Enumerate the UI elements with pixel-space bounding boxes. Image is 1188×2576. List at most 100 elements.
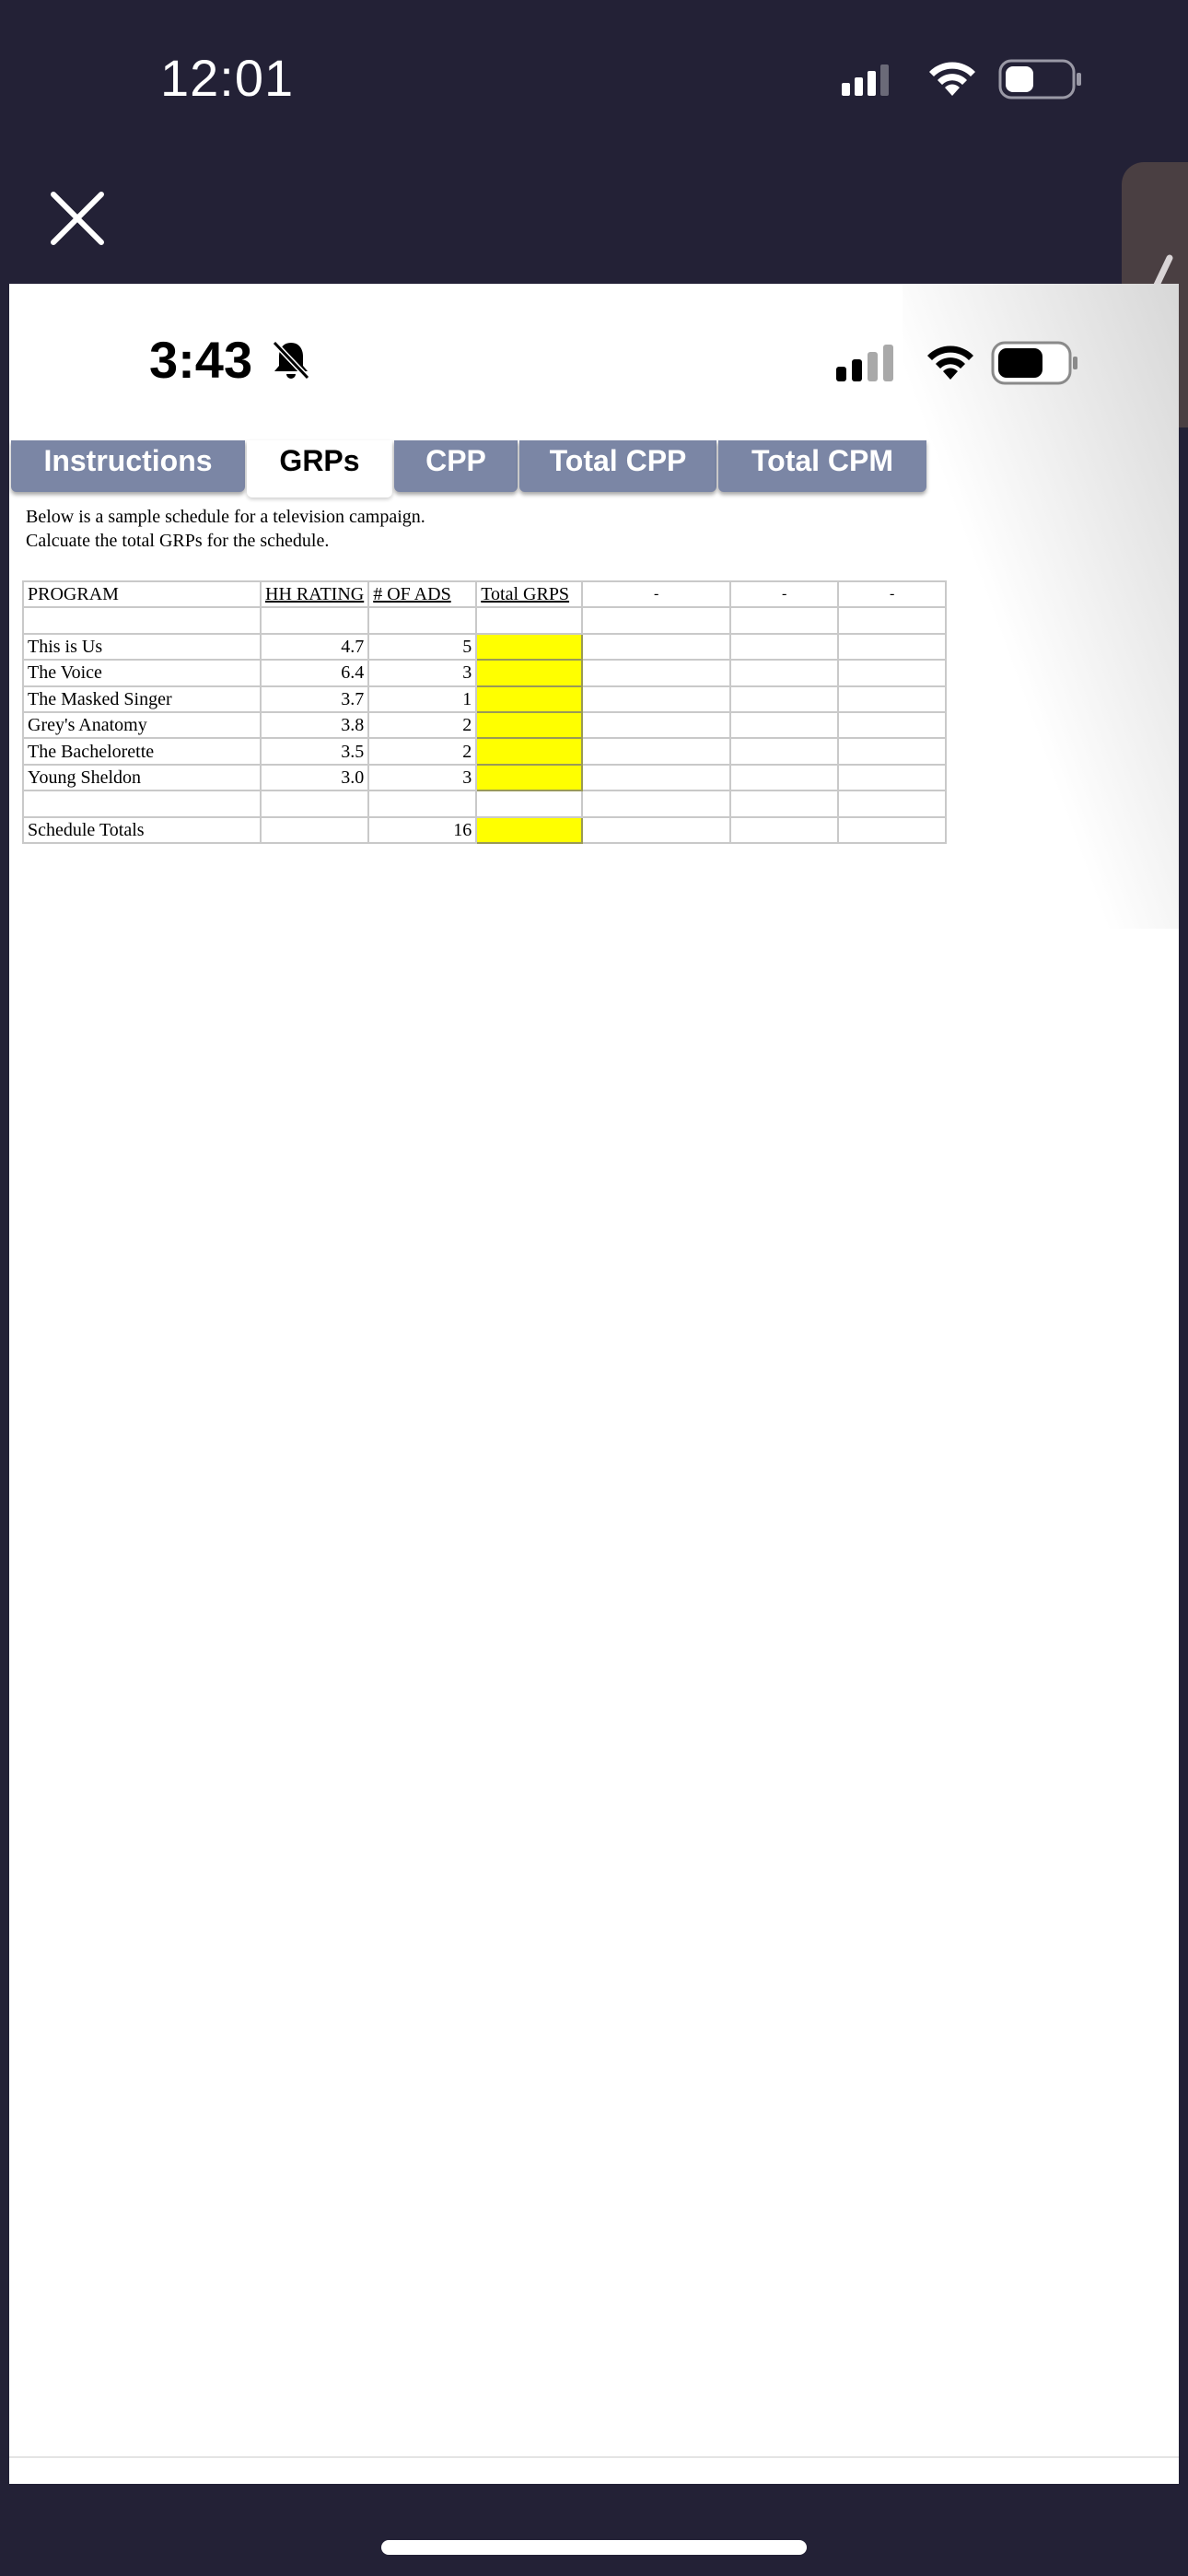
grid-cell[interactable] (259, 815, 370, 844)
ads-cell[interactable]: 2 (367, 737, 478, 766)
rating-cell[interactable]: 3.8 (259, 710, 370, 740)
table-header-row: PROGRAM HH RATING # OF ADS Total GRPS - … (22, 580, 948, 609)
grid-cell[interactable] (837, 815, 948, 844)
tab-total-cpp[interactable]: Total CPP (519, 440, 716, 492)
instructions-text: Below is a sample schedule for a televis… (26, 505, 425, 553)
table-row: Young Sheldon 3.0 3 (22, 763, 948, 792)
grid-cell[interactable] (259, 790, 370, 818)
program-cell[interactable]: The Voice (22, 659, 262, 687)
grid-cell[interactable] (259, 606, 370, 635)
grps-answer-cell[interactable] (475, 659, 584, 687)
ads-cell[interactable]: 2 (367, 710, 478, 740)
grid-cell[interactable] (367, 606, 478, 635)
grid-cell[interactable] (729, 632, 840, 662)
program-cell[interactable]: The Masked Singer (22, 685, 262, 713)
grid-cell[interactable] (581, 606, 732, 635)
sheet-bottom-divider (9, 2456, 1179, 2458)
ads-cell[interactable]: 3 (367, 659, 478, 687)
header-hh-rating[interactable]: HH RATING (259, 580, 370, 609)
grps-answer-cell[interactable] (475, 685, 584, 713)
grid-cell[interactable] (729, 710, 840, 740)
rating-cell[interactable]: 3.7 (259, 685, 370, 713)
rating-cell[interactable]: 6.4 (259, 659, 370, 687)
inner-battery-icon (991, 341, 1077, 385)
grid-cell[interactable] (581, 763, 732, 792)
grid-cell[interactable] (367, 790, 478, 818)
program-cell[interactable]: The Bachelorette (22, 737, 262, 766)
grid-cell[interactable] (837, 659, 948, 687)
header-extra[interactable]: - (837, 580, 948, 609)
home-indicator[interactable] (381, 2540, 807, 2555)
ads-cell[interactable]: 3 (367, 763, 478, 792)
grid-cell[interactable] (22, 606, 262, 635)
header-total-grps[interactable]: Total GRPS (475, 580, 584, 609)
grid-cell[interactable] (837, 632, 948, 662)
tab-grps[interactable]: GRPs (247, 440, 392, 498)
grid-cell[interactable] (837, 737, 948, 766)
grid-cell[interactable] (729, 685, 840, 713)
tab-instructions[interactable]: Instructions (11, 440, 245, 492)
battery-icon (998, 59, 1081, 100)
grid-cell[interactable] (837, 763, 948, 792)
grid-cell[interactable] (581, 815, 732, 844)
ads-cell[interactable]: 1 (367, 685, 478, 713)
header-num-ads[interactable]: # OF ADS (367, 580, 478, 609)
grid-cell[interactable] (837, 606, 948, 635)
grid-cell[interactable] (581, 790, 732, 818)
table-row (22, 606, 948, 635)
instructions-line: Calcuate the total GRPs for the schedule… (26, 531, 330, 551)
rating-cell[interactable]: 4.7 (259, 632, 370, 662)
program-cell[interactable]: Young Sheldon (22, 763, 262, 792)
close-button[interactable] (48, 189, 107, 248)
grid-cell[interactable] (729, 737, 840, 766)
grid-cell[interactable] (581, 659, 732, 687)
program-cell[interactable]: Grey's Anatomy (22, 710, 262, 740)
rating-cell[interactable]: 3.0 (259, 763, 370, 792)
cellular-signal-icon (842, 64, 889, 96)
tab-cpp[interactable]: CPP (394, 440, 518, 492)
totals-ads-cell[interactable]: 16 (367, 815, 478, 844)
table-row: This is Us 4.7 5 (22, 632, 948, 662)
header-program[interactable]: PROGRAM (22, 580, 262, 609)
grps-answer-cell[interactable] (475, 737, 584, 766)
totals-label[interactable]: Schedule Totals (22, 815, 262, 844)
grps-answer-cell[interactable] (475, 632, 584, 662)
grid-cell[interactable] (475, 790, 584, 818)
grid-cell[interactable] (475, 606, 584, 635)
inner-wifi-icon (927, 345, 973, 380)
grid-cell[interactable] (837, 685, 948, 713)
tab-label: Total CPP (549, 444, 687, 477)
header-extra[interactable]: - (581, 580, 732, 609)
grps-answer-cell[interactable] (475, 710, 584, 740)
grid-cell[interactable] (729, 606, 840, 635)
grid-cell[interactable] (729, 763, 840, 792)
status-bar-time: 12:01 (160, 49, 295, 107)
grid-cell[interactable] (581, 632, 732, 662)
instructions-line: Below is a sample schedule for a televis… (26, 507, 425, 527)
grid-cell[interactable] (581, 710, 732, 740)
rating-cell[interactable]: 3.5 (259, 737, 370, 766)
program-cell[interactable]: This is Us (22, 632, 262, 662)
inner-status-time: 3:43 (149, 331, 253, 389)
tab-label: Total CPM (751, 444, 894, 477)
totals-grps-answer-cell[interactable] (475, 815, 584, 844)
grid-cell[interactable] (729, 790, 840, 818)
header-extra[interactable]: - (729, 580, 840, 609)
grid-cell[interactable] (729, 815, 840, 844)
grid-cell[interactable] (581, 685, 732, 713)
table-row: The Masked Singer 3.7 1 (22, 685, 948, 713)
close-icon (51, 192, 104, 245)
grp-schedule-table: PROGRAM HH RATING # OF ADS Total GRPS - … (22, 580, 948, 844)
ads-cell[interactable]: 5 (367, 632, 478, 662)
tab-total-cpm[interactable]: Total CPM (718, 440, 926, 492)
grps-answer-cell[interactable] (475, 763, 584, 792)
grid-cell[interactable] (581, 737, 732, 766)
inner-cellular-signal-icon (836, 345, 893, 381)
screenshot-sheet: 3:43 Instructions GRPs CPP Total CPP Tot… (9, 284, 1179, 2484)
grid-cell[interactable] (837, 710, 948, 740)
grid-cell[interactable] (729, 659, 840, 687)
table-row: Grey's Anatomy 3.8 2 (22, 710, 948, 740)
table-row: The Bachelorette 3.5 2 (22, 737, 948, 766)
grid-cell[interactable] (837, 790, 948, 818)
grid-cell[interactable] (22, 790, 262, 818)
